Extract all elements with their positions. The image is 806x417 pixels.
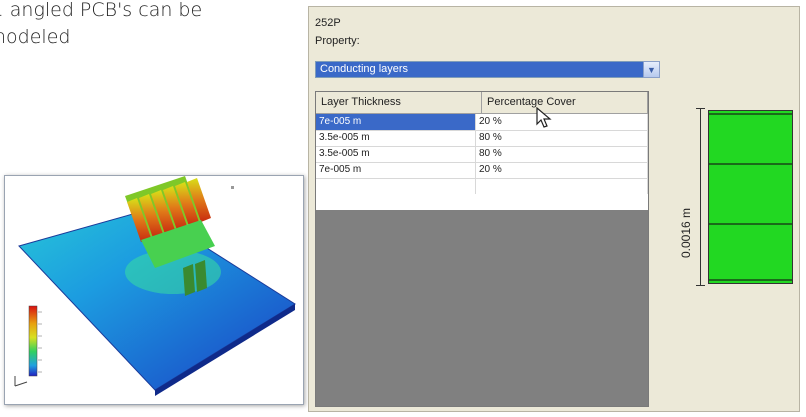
layer-boundary <box>709 279 792 281</box>
dimension-line <box>700 108 701 286</box>
table-row[interactable]: 7e-005 m 20 % <box>316 162 648 179</box>
layer-boundary <box>709 113 792 115</box>
caption-line-1: e. angled PCB's can be <box>0 0 203 21</box>
cell-layer-thickness[interactable]: 3.5e-005 m <box>316 146 476 162</box>
table-body: 7e-005 m 20 % 3.5e-005 m 80 % 3.5e-005 m… <box>316 114 648 210</box>
chevron-down-icon[interactable]: ▼ <box>643 61 660 78</box>
table-row-empty[interactable] <box>316 178 648 194</box>
cell-percentage-cover[interactable]: 20 % <box>476 114 648 130</box>
property-dropdown[interactable]: Conducting layers ▼ <box>315 61 660 78</box>
mouse-pointer-icon <box>536 107 552 128</box>
cell-empty[interactable] <box>476 178 648 194</box>
dimension-tick-top <box>696 108 705 109</box>
cell-percentage-cover[interactable]: 80 % <box>476 146 648 162</box>
cell-layer-thickness[interactable]: 3.5e-005 m <box>316 130 476 146</box>
cell-percentage-cover[interactable]: 20 % <box>476 162 648 178</box>
component-name: 252P <box>315 17 341 29</box>
table-row[interactable]: 3.5e-005 m 80 % <box>316 146 648 163</box>
table-header: Layer Thickness Percentage Cover <box>316 92 648 114</box>
thermal-3d-render <box>4 175 304 405</box>
cell-percentage-cover[interactable]: 80 % <box>476 130 648 146</box>
layer-boundary <box>709 223 792 225</box>
render-image <box>14 176 296 396</box>
stack-dimension-label: 0.0016 m <box>672 196 694 276</box>
layer-stack-preview <box>708 110 793 284</box>
dimension-tick-bottom <box>696 285 705 286</box>
column-header-percentage-cover[interactable]: Percentage Cover <box>482 92 648 113</box>
caption-line-2: nodeled <box>0 26 71 48</box>
table-row[interactable]: 3.5e-005 m 80 % <box>316 130 648 147</box>
property-label: Property: <box>315 35 360 47</box>
column-header-layer-thickness[interactable]: Layer Thickness <box>316 92 482 113</box>
layer-boundary <box>709 163 792 165</box>
cell-layer-thickness[interactable]: 7e-005 m <box>316 162 476 178</box>
stack-thickness-text: 0.0016 m <box>679 207 693 259</box>
table-row[interactable]: 7e-005 m 20 % <box>316 114 648 131</box>
cell-empty[interactable] <box>316 178 476 194</box>
layers-table: Layer Thickness Percentage Cover 7e-005 … <box>315 91 649 407</box>
axis-triad <box>14 376 28 387</box>
property-dropdown-value: Conducting layers <box>320 63 409 75</box>
color-scale <box>28 305 38 377</box>
cell-layer-thickness[interactable]: 7e-005 m <box>316 114 476 130</box>
